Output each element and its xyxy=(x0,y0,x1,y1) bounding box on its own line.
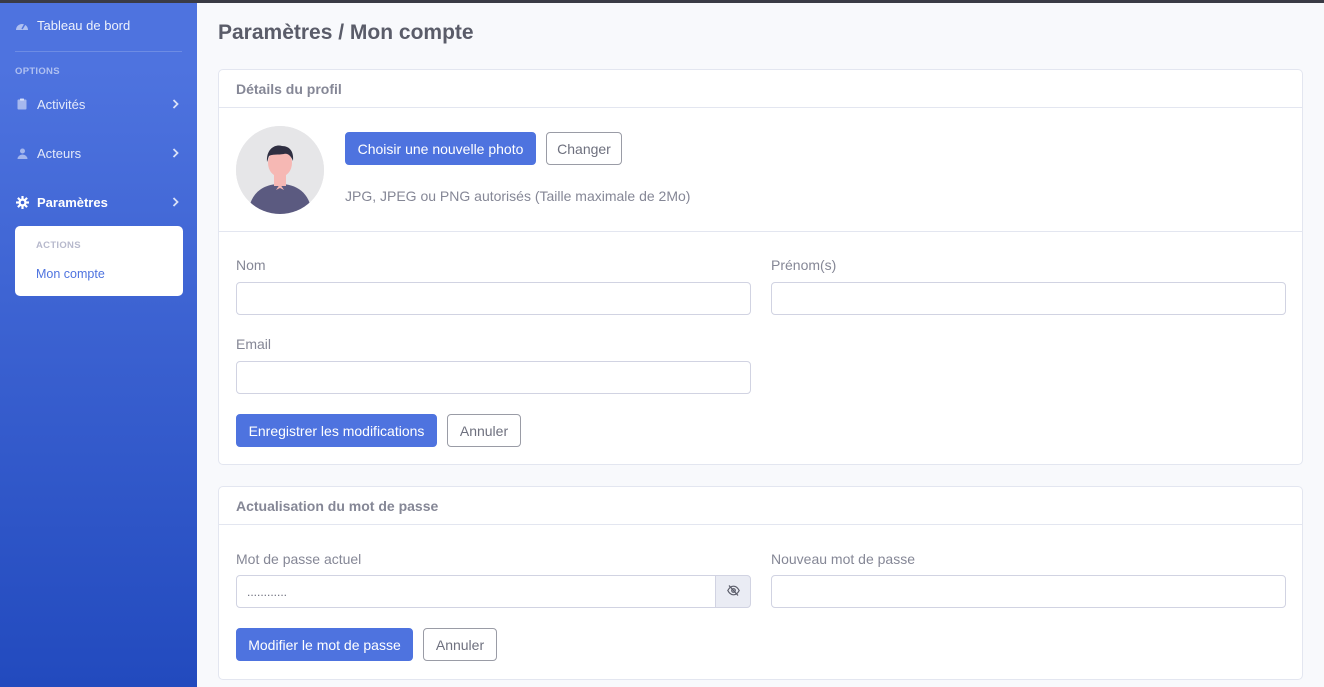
sidebar-item-label: Acteurs xyxy=(37,145,82,161)
email-input[interactable] xyxy=(236,361,751,394)
clipboard-icon xyxy=(15,97,29,111)
submenu-heading: ACTIONS xyxy=(36,240,81,251)
sidebar-heading: OPTIONS xyxy=(15,66,60,77)
current-password-label: Mot de passe actuel xyxy=(236,551,362,567)
password-card: Actualisation du mot de passe Mot de pas… xyxy=(218,486,1303,680)
gear-icon xyxy=(15,195,29,209)
sidebar-item-label: Activités xyxy=(37,96,86,112)
change-photo-button[interactable]: Changer xyxy=(546,132,622,165)
submenu-item-mon-compte[interactable]: Mon compte xyxy=(36,267,105,281)
card-divider xyxy=(219,231,1302,232)
profile-card: Détails du profil Choisir une nouvelle p… xyxy=(218,69,1303,465)
current-password-input[interactable] xyxy=(236,575,716,608)
breadcrumb-parent: Paramètres / xyxy=(218,21,350,44)
avatar xyxy=(236,126,324,214)
email-label: Email xyxy=(236,336,272,352)
chevron-right-icon xyxy=(170,148,180,158)
profile-card-header: Détails du profil xyxy=(219,70,1302,108)
save-button[interactable]: Enregistrer les modifications xyxy=(236,414,437,447)
photo-hint-text: JPG, JPEG ou PNG autorisés (Taille maxim… xyxy=(345,188,691,204)
password-card-header: Actualisation du mot de passe xyxy=(219,487,1302,525)
sidebar: Tableau de bord OPTIONS Activités Acteur… xyxy=(0,0,197,687)
sidebar-item-activites[interactable]: Activités xyxy=(15,94,182,114)
sidebar-submenu: ACTIONS Mon compte xyxy=(15,226,183,296)
sidebar-item-dashboard[interactable]: Tableau de bord xyxy=(15,18,130,33)
eye-slash-icon xyxy=(726,583,740,601)
page-title: Paramètres / Mon compte xyxy=(218,21,474,45)
cancel-button[interactable]: Annuler xyxy=(447,414,521,447)
sidebar-item-label: Paramètres xyxy=(37,194,108,210)
sidebar-item-acteurs[interactable]: Acteurs xyxy=(15,143,182,163)
sidebar-item-label: Tableau de bord xyxy=(37,18,131,33)
new-password-input[interactable] xyxy=(771,575,1286,608)
chevron-right-icon xyxy=(170,197,180,207)
choose-photo-button[interactable]: Choisir une nouvelle photo xyxy=(345,132,536,165)
prenom-input[interactable] xyxy=(771,282,1286,315)
tachometer-icon xyxy=(15,19,29,33)
nom-label: Nom xyxy=(236,257,266,273)
nom-input[interactable] xyxy=(236,282,751,315)
toggle-visibility-button[interactable] xyxy=(715,575,751,608)
change-password-button[interactable]: Modifier le mot de passe xyxy=(236,628,413,661)
sidebar-divider xyxy=(15,51,182,52)
cancel-password-button[interactable]: Annuler xyxy=(423,628,497,661)
user-icon xyxy=(15,146,29,160)
prenom-label: Prénom(s) xyxy=(771,257,837,273)
window-top-border xyxy=(0,0,1324,3)
breadcrumb-current: Mon compte xyxy=(349,21,474,44)
chevron-right-icon xyxy=(170,99,180,109)
new-password-label: Nouveau mot de passe xyxy=(771,551,915,567)
sidebar-item-parametres[interactable]: Paramètres xyxy=(15,192,182,212)
